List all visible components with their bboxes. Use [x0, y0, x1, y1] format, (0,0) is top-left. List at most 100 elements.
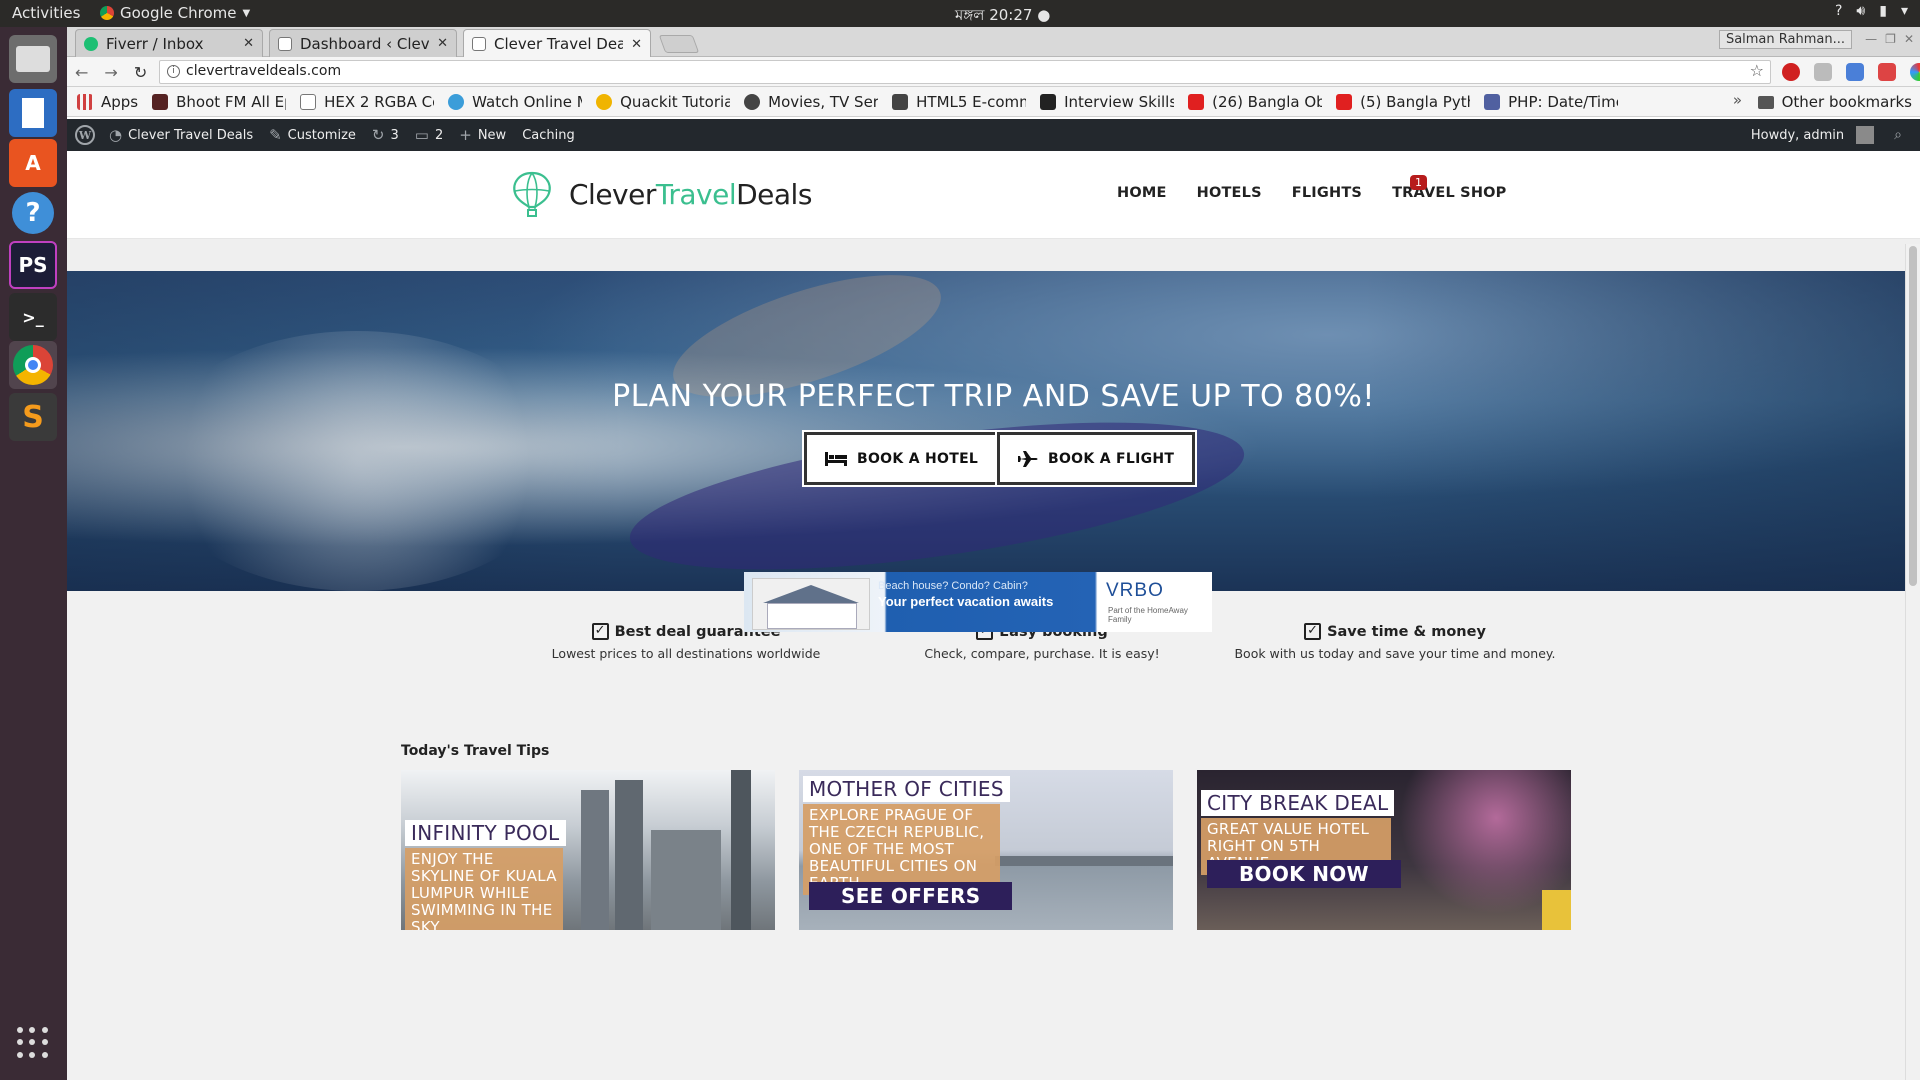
- minimize-icon[interactable]: —: [1865, 32, 1877, 46]
- bookmark-apps[interactable]: Apps: [77, 93, 138, 111]
- site-logo[interactable]: CleverTravelDeals: [507, 169, 812, 219]
- close-icon[interactable]: ✕: [631, 37, 642, 52]
- window-controls: — ❐ ✕: [1865, 32, 1914, 46]
- extensions: [1782, 63, 1920, 81]
- nav-home[interactable]: HOME: [1117, 185, 1167, 201]
- bookmark-favicon-icon: [1040, 93, 1057, 110]
- skyline-image: [731, 770, 751, 930]
- document-icon[interactable]: [9, 89, 57, 137]
- phpstorm-icon[interactable]: PS: [9, 241, 57, 289]
- activities-button[interactable]: Activities: [12, 4, 80, 22]
- book-now-button[interactable]: BOOK NOW: [1207, 860, 1401, 888]
- spacer: [67, 239, 1920, 271]
- settings-menu-icon[interactable]: ▾: [1901, 3, 1908, 19]
- volume-icon[interactable]: 🔊︎: [1856, 3, 1865, 19]
- nav-buttons: ← → ↻: [75, 63, 147, 82]
- bookmark-item[interactable]: Bhoot FM All Ep: [152, 93, 286, 111]
- travel-tip-card[interactable]: MOTHER OF CITIES EXPLORE PRAGUE OF THE C…: [799, 770, 1173, 930]
- sublime-text-icon[interactable]: S: [9, 393, 57, 441]
- bookmark-item[interactable]: Interview Skills: [1040, 93, 1174, 111]
- avatar[interactable]: [1856, 126, 1875, 144]
- reload-icon[interactable]: ↻: [134, 63, 147, 82]
- bookmark-favicon-icon: [448, 93, 465, 110]
- maximize-icon[interactable]: ❐: [1885, 32, 1896, 46]
- bookmark-favicon-icon: [892, 93, 909, 110]
- show-applications-icon[interactable]: [17, 1027, 49, 1059]
- terminal-icon[interactable]: >_: [9, 293, 57, 341]
- hero-banner: PLAN YOUR PERFECT TRIP AND SAVE UP TO 80…: [67, 271, 1920, 591]
- chevron-down-icon: ▼: [242, 7, 251, 19]
- bookmark-item[interactable]: (26) Bangla Obj: [1188, 93, 1322, 111]
- wp-new[interactable]: + New: [459, 126, 506, 144]
- wp-updates[interactable]: ↻ 3: [372, 126, 399, 144]
- tab-fiverr[interactable]: Fiverr / Inbox ✕: [75, 29, 263, 57]
- travel-tips-heading: Today's Travel Tips: [401, 743, 550, 759]
- address-bar[interactable]: i clevertraveldeals.com ☆: [159, 60, 1771, 84]
- nav-hotels[interactable]: HOTELS: [1197, 185, 1262, 201]
- other-bookmarks[interactable]: Other bookmarks: [1757, 93, 1912, 111]
- travel-tip-card[interactable]: CITY BREAK DEAL GREAT VALUE HOTEL RIGHT …: [1197, 770, 1571, 930]
- bookmark-item[interactable]: Movies, TV Serie: [744, 93, 878, 111]
- battery-icon[interactable]: ▮: [1879, 3, 1887, 19]
- tab-title: Fiverr / Inbox: [106, 34, 204, 53]
- close-icon[interactable]: ✕: [437, 36, 448, 51]
- wp-admin-bar: W ◔ Clever Travel Deals ✎ Customize ↻ 3 ▭ 2 …: [67, 119, 1920, 151]
- back-icon[interactable]: ←: [75, 63, 88, 82]
- wp-comments[interactable]: ▭ 2: [415, 126, 443, 144]
- translate-extension-icon[interactable]: [1846, 63, 1864, 81]
- help-icon[interactable]: ?: [9, 189, 57, 237]
- ad-line2: Your perfect vacation awaits: [878, 594, 1054, 609]
- files-icon[interactable]: [9, 35, 57, 83]
- more-bookmarks-button[interactable]: »: [1733, 91, 1742, 109]
- site-info-icon[interactable]: i: [167, 65, 180, 78]
- nav-flights[interactable]: FLIGHTS: [1292, 185, 1362, 201]
- nav-travel-shop[interactable]: TRAVEL SHOP: [1392, 185, 1506, 201]
- vrbo-logo-subtitle: Part of the HomeAway Family: [1108, 606, 1188, 624]
- forward-icon[interactable]: →: [104, 63, 117, 82]
- bookmark-item[interactable]: Watch Online M: [448, 93, 582, 111]
- launcher: A ? PS >_ S: [0, 27, 67, 1080]
- chrome-icon[interactable]: [9, 341, 57, 389]
- address-text: clevertraveldeals.com: [186, 63, 342, 79]
- tab-clever-travel-deals[interactable]: Clever Travel Deals ✕: [463, 29, 651, 58]
- close-window-icon[interactable]: ✕: [1904, 32, 1914, 46]
- color-picker-extension-icon[interactable]: [1910, 63, 1920, 81]
- book-flight-button[interactable]: BOOK A FLIGHT: [997, 432, 1196, 485]
- software-center-icon[interactable]: A: [9, 139, 57, 187]
- vrbo-ad-banner[interactable]: Beach house? Condo? Cabin? Your perfect …: [744, 572, 1212, 632]
- bookmark-item[interactable]: PHP: Date/Time: [1484, 93, 1618, 111]
- bookmark-star-icon[interactable]: ☆: [1750, 61, 1764, 80]
- extension-icon[interactable]: [1814, 63, 1832, 81]
- travel-tip-card[interactable]: INFINITY POOL ENJOY THE SKYLINE OF KUALA…: [401, 770, 775, 930]
- close-icon[interactable]: ✕: [243, 36, 254, 51]
- bookmark-item[interactable]: HTML5 E-comm: [892, 93, 1026, 111]
- wp-account: Howdy, admin ⌕: [1751, 119, 1902, 151]
- wordpress-logo-icon[interactable]: W: [75, 125, 95, 145]
- bookmark-favicon-icon: [152, 93, 169, 110]
- wp-caching[interactable]: Caching: [522, 128, 575, 143]
- page-scrollbar[interactable]: [1905, 244, 1920, 1080]
- new-tab-button[interactable]: [658, 35, 700, 53]
- see-offers-button[interactable]: SEE OFFERS: [809, 882, 1013, 910]
- profile-button[interactable]: Salman Rahman...: [1718, 30, 1852, 49]
- adblock-extension-icon[interactable]: [1782, 63, 1800, 81]
- app-menu[interactable]: Google Chrome ▼: [100, 4, 250, 22]
- book-hotel-button[interactable]: BOOK A HOTEL: [804, 432, 1000, 485]
- gmail-extension-icon[interactable]: [1878, 63, 1896, 81]
- tab-dashboard[interactable]: Dashboard ‹ Clever ✕: [269, 29, 457, 57]
- bridge-image: [995, 856, 1173, 866]
- bookmark-item[interactable]: (5) Bangla Pytho: [1336, 93, 1470, 111]
- clock[interactable]: মঙ্গল 20:27 ●: [955, 4, 1050, 29]
- search-icon[interactable]: ⌕: [1894, 127, 1902, 143]
- system-tray: ? 🔊︎ ▮ ▾: [1835, 3, 1908, 19]
- page-viewport: W ◔ Clever Travel Deals ✎ Customize ↻ 3 ▭ 2 …: [67, 119, 1920, 1080]
- scrollbar-thumb[interactable]: [1909, 246, 1917, 586]
- help-icon[interactable]: ?: [1835, 3, 1842, 19]
- howdy-label[interactable]: Howdy, admin: [1751, 128, 1844, 143]
- wp-customize[interactable]: ✎ Customize: [269, 126, 356, 144]
- bookmark-item[interactable]: HEX 2 RGBA Col: [300, 93, 434, 111]
- hot-air-balloon-icon: [513, 171, 551, 217]
- wp-site-name[interactable]: ◔ Clever Travel Deals: [109, 126, 253, 144]
- app-menu-label: Google Chrome: [120, 4, 237, 22]
- bookmark-item[interactable]: Quackit Tutorial: [596, 93, 730, 111]
